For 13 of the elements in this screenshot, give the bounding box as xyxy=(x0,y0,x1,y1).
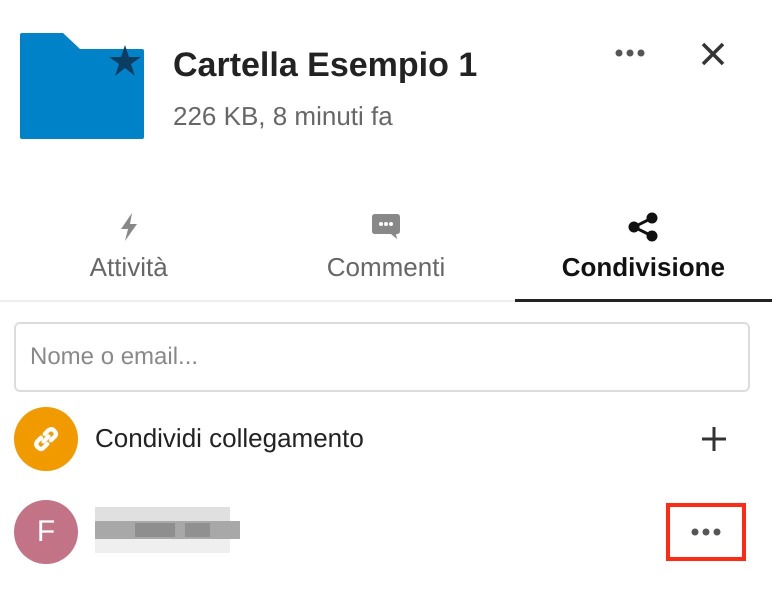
share-icon xyxy=(628,212,658,242)
speech-bubble-icon xyxy=(372,212,400,242)
more-icon xyxy=(691,528,721,536)
folder-icon xyxy=(20,33,144,139)
search-field[interactable]: Nome o email... xyxy=(14,322,750,392)
tab[interactable]: Commenti xyxy=(257,212,515,302)
folder-details: 226 KB, 8 minuti fa xyxy=(173,101,394,132)
user-avatar: F xyxy=(14,500,78,564)
folder-title: Cartella Esempio 1 xyxy=(173,45,478,86)
share-link-label: Condividi collegamento xyxy=(95,423,364,454)
lightning-icon xyxy=(118,212,139,242)
tab[interactable]: Condivisione xyxy=(514,212,772,302)
tab[interactable]: Attività xyxy=(0,212,258,302)
